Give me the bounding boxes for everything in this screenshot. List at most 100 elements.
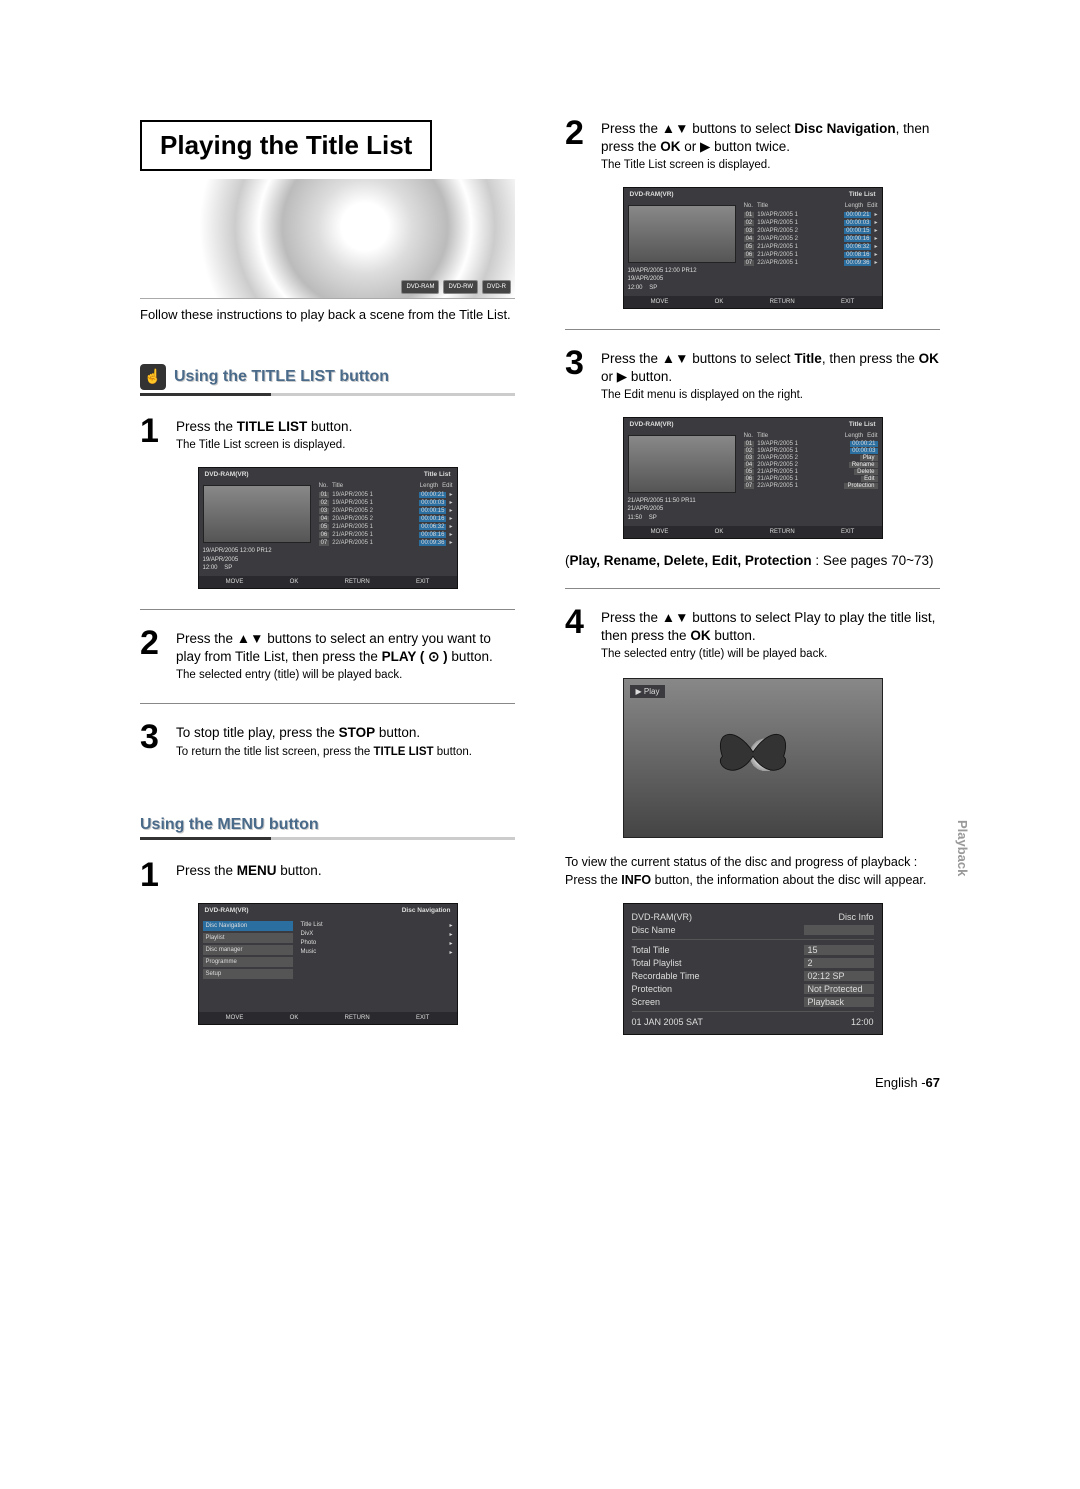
n: 05 (744, 469, 755, 475)
divider (565, 329, 940, 330)
v: 15 (804, 945, 874, 955)
t: , then press the (822, 351, 919, 366)
osd-titlelist-edit: DVD-RAM(VR) Title List 21/APR/2005 11:50… (623, 417, 883, 539)
n: 06 (744, 476, 755, 482)
t: 22/APR/2005 1 (757, 483, 841, 489)
k: Disc Name (632, 925, 676, 935)
sub: button. (434, 746, 472, 758)
arrow-icon: ▸ (874, 243, 877, 250)
c: Length (845, 203, 863, 209)
b: Disc Navigation (794, 121, 895, 136)
sub-item: Photo (301, 940, 317, 947)
play-label: PLAY ( ⊙ ) (382, 649, 448, 664)
info-time: 12:00 (851, 1017, 874, 1027)
n: 03 (744, 228, 755, 234)
t: 19/APR/2005 1 (757, 441, 847, 447)
foot-lang: English - (875, 1075, 926, 1090)
foot-return: RETURN (345, 579, 370, 585)
t: 22/APR/2005 1 (332, 540, 416, 546)
divider (565, 588, 940, 589)
t: 20/APR/2005 2 (757, 228, 841, 234)
c: No. (319, 483, 328, 489)
thumb-row: 12:00 (628, 285, 643, 291)
t: To stop title play, press the (176, 725, 339, 740)
osd-list: No.TitleLengthEdit 0119/APR/2005 100:00:… (740, 201, 882, 296)
arrow-icon: ▸ (449, 507, 452, 514)
l: 00:00:21 (419, 492, 446, 498)
b: Title (794, 351, 822, 366)
l: 00:00:15 (844, 228, 871, 234)
foot-move: MOVE (226, 1015, 244, 1021)
n: 03 (744, 455, 755, 461)
step-r2: 2 Press the ▲▼ buttons to select Disc Na… (565, 120, 940, 173)
b: OK (660, 139, 680, 154)
l: 00:00:15 (419, 508, 446, 514)
nav-submenu: Title List▸ DivX▸ Photo▸ Music▸ (297, 917, 457, 1012)
sub: The Edit menu is displayed on the right. (601, 388, 940, 403)
k: Total Title (632, 945, 670, 955)
side-tab-playback: Playback (955, 820, 970, 876)
disc-graphic: DVD-RAM DVD-RW DVD-R (140, 179, 515, 299)
foot-ok: OK (715, 529, 724, 535)
osd-thumb-info: 21/APR/2005 11:50 PR11 21/APR/2005 11:50… (628, 497, 736, 522)
l: 00:09:36 (419, 540, 446, 546)
t: : See pages 70~73) (812, 553, 934, 568)
foot-return: RETURN (770, 529, 795, 535)
k: Protection (632, 984, 673, 994)
divider (140, 609, 515, 610)
c: Title (757, 203, 841, 209)
t: Press the ▲▼ buttons to select (601, 121, 794, 136)
foot-move: MOVE (651, 529, 669, 535)
step-number: 2 (140, 630, 166, 683)
hand-icon: ☝ (140, 364, 166, 390)
n: 01 (319, 492, 330, 498)
l: 00:00:21 (850, 441, 877, 447)
t: button. (448, 649, 493, 664)
arrow-icon: ▸ (449, 515, 452, 522)
l: 00:06:32 (844, 244, 871, 250)
thumb-row: 11:50 (628, 515, 643, 521)
osd-disc: DVD-RAM(VR) (205, 471, 249, 478)
b: Play, Rename, Delete, Edit, Protection (570, 553, 812, 568)
titlelist-label: TITLE LIST (374, 746, 434, 758)
osd-disc: DVD-RAM(VR) (630, 421, 674, 428)
page-footer: English -67 (140, 1075, 940, 1090)
l: 00:00:16 (419, 516, 446, 522)
page-title: Playing the Title List (140, 120, 432, 171)
arrow-icon: ▸ (449, 523, 452, 530)
right-column: 2 Press the ▲▼ buttons to select Disc Na… (565, 120, 940, 1049)
sub: The selected entry (title) will be playe… (601, 647, 940, 662)
l: 00:06:32 (419, 524, 446, 530)
n: 06 (319, 532, 330, 538)
arrow-icon: ▸ (449, 922, 452, 929)
osd-thumbnail (203, 485, 311, 543)
n: 02 (744, 220, 755, 226)
arrow-icon: ▸ (874, 235, 877, 242)
sub-item: DivX (301, 931, 314, 938)
osd-title: Title List (424, 471, 451, 478)
foot-return: RETURN (770, 299, 795, 305)
l: 00:00:03 (419, 500, 446, 506)
nav-item: Disc manager (203, 945, 293, 955)
arrow-icon: ▸ (874, 259, 877, 266)
n: 04 (744, 236, 755, 242)
n: 05 (319, 524, 330, 530)
step-3: 3 To stop title play, press the STOP but… (140, 724, 515, 759)
format-badges: DVD-RAM DVD-RW DVD-R (401, 280, 511, 294)
t: 19/APR/2005 1 (332, 500, 416, 506)
t: 20/APR/2005 2 (332, 508, 416, 514)
thumb-sp: SP (649, 515, 657, 521)
foot-ok: OK (715, 299, 724, 305)
k: Screen (632, 997, 661, 1007)
n: 07 (319, 540, 330, 546)
t: Press the ▲▼ buttons to select (601, 351, 794, 366)
section-head-titlelist: ☝ Using the TITLE LIST button (140, 364, 515, 390)
t: button. (277, 863, 322, 878)
t: 20/APR/2005 2 (757, 455, 857, 461)
nav-menu: Disc Navigation Playlist Disc manager Pr… (199, 917, 297, 1012)
play-chip: ▶ Play (630, 685, 666, 698)
t: 22/APR/2005 1 (757, 260, 841, 266)
nav-item: Playlist (203, 933, 293, 943)
sub-item: Music (301, 949, 317, 956)
thumb-row: 12:00 (203, 565, 218, 571)
